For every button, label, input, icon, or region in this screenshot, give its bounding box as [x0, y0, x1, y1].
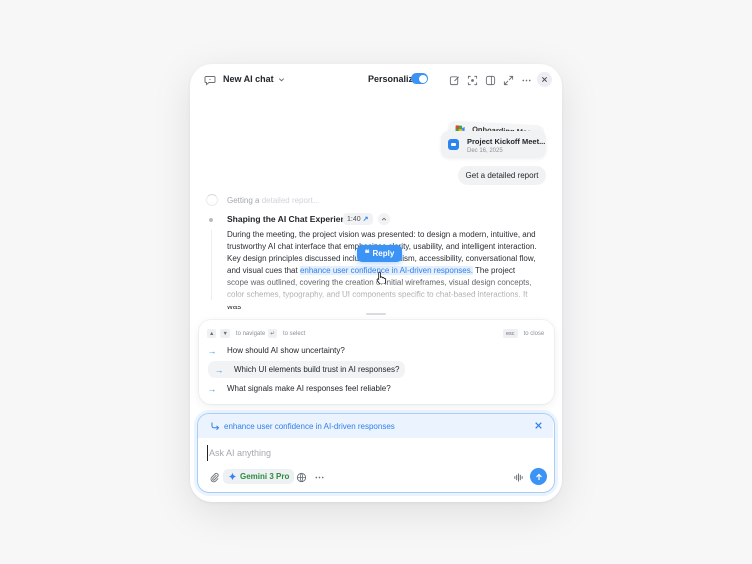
ask-ai-input[interactable] [207, 445, 507, 461]
timestamp-link[interactable]: 1:40 ↗ [343, 213, 373, 225]
chat-title: New AI chat [223, 74, 274, 84]
hint-text: to navigate [235, 330, 266, 337]
hint-text: to close [523, 330, 545, 337]
globe-icon[interactable] [293, 469, 309, 485]
suggestion-item[interactable]: → What signals make AI responses feel re… [207, 380, 397, 397]
section-divider [211, 230, 212, 300]
suggestion-label: How should AI show uncertainty? [227, 346, 345, 355]
chevron-up-icon [381, 217, 387, 221]
reply-label: Reply [372, 249, 395, 258]
chevron-down-icon [278, 77, 284, 81]
attachment-title: Project Kickoff Meet... [467, 137, 546, 146]
hint-navigate: ▲ ▼ to navigate [207, 329, 265, 338]
reply-arrow-icon [211, 422, 220, 431]
expand-icon[interactable] [500, 72, 516, 88]
close-button[interactable] [537, 72, 552, 87]
model-name: Gemini 3 Pro [240, 472, 290, 481]
arrow-up-key-icon: ▲ [207, 329, 217, 338]
arrow-up-icon [535, 473, 542, 480]
attachment-icon[interactable] [206, 469, 222, 485]
quote-icon: ❝ [364, 248, 370, 259]
esc-key: esc [503, 329, 518, 338]
drag-handle[interactable] [366, 313, 386, 315]
timestamp: 1:40 [347, 215, 361, 223]
arrow-right-icon: → [207, 383, 217, 394]
collapse-button[interactable] [378, 213, 390, 225]
arrow-right-icon: → [207, 345, 217, 356]
sidebar-icon[interactable] [482, 72, 498, 88]
zoom-icon [448, 139, 459, 150]
reply-button[interactable]: ❝ Reply [357, 245, 402, 262]
suggestion-label: Which UI elements build trust in AI resp… [234, 365, 400, 374]
send-button[interactable] [530, 468, 547, 485]
suggestion-item[interactable]: → How should AI show uncertainty? [207, 342, 351, 359]
voice-waveform-icon[interactable] [510, 469, 526, 485]
chat-header: New AI chat Personalize [190, 64, 562, 96]
close-icon[interactable] [534, 421, 543, 430]
user-message: Get a detailed report [458, 166, 546, 185]
loading-spinner-icon [206, 194, 218, 206]
quoted-text-bar: enhance user confidence in AI-driven res… [198, 414, 553, 438]
focus-icon[interactable] [464, 72, 480, 88]
more-icon[interactable] [311, 469, 327, 485]
section-bullet [209, 218, 213, 222]
chat-bubble-icon[interactable] [202, 72, 218, 88]
arrow-up-right-icon: ↗ [362, 216, 369, 223]
arrow-down-key-icon: ▼ [220, 329, 230, 338]
enter-key-icon: ↵ [268, 329, 277, 338]
suggestions-panel: ▲ ▼ to navigate ↵ to select esc to close… [199, 320, 554, 404]
quoted-text: enhance user confidence in AI-driven res… [224, 422, 395, 431]
hint-close: esc to close [503, 329, 544, 338]
more-icon[interactable] [518, 72, 534, 88]
close-icon [541, 76, 548, 83]
gemini-sparkle-icon [228, 472, 237, 481]
status-text-faded: detailed report... [259, 195, 320, 205]
arrow-right-icon: → [214, 364, 224, 375]
hand-cursor-icon [376, 271, 386, 284]
hint-select: ↵ to select [268, 329, 305, 338]
ai-status: Getting a detailed report... [206, 194, 320, 206]
model-selector[interactable]: Gemini 3 Pro [223, 469, 295, 484]
composer: enhance user confidence in AI-driven res… [197, 413, 555, 493]
attachment-card-kickoff[interactable]: Project Kickoff Meet... Dec 16, 2025 [441, 131, 546, 158]
suggestion-item-active[interactable]: → Which UI elements build trust in AI re… [208, 361, 406, 378]
attachment-date: Dec 16, 2025 [467, 148, 503, 154]
chat-title-dropdown[interactable]: New AI chat [223, 74, 285, 84]
suggestion-label: What signals make AI responses feel reli… [227, 384, 391, 393]
section-title: Shaping the AI Chat Experience [227, 214, 356, 224]
status-text: Getting a [227, 195, 260, 205]
ai-chat-panel: New AI chat Personalize Onboarding Mee..… [190, 64, 562, 502]
hint-text: to select [283, 330, 306, 337]
personalize-toggle[interactable] [411, 73, 428, 84]
edit-icon[interactable] [446, 72, 462, 88]
